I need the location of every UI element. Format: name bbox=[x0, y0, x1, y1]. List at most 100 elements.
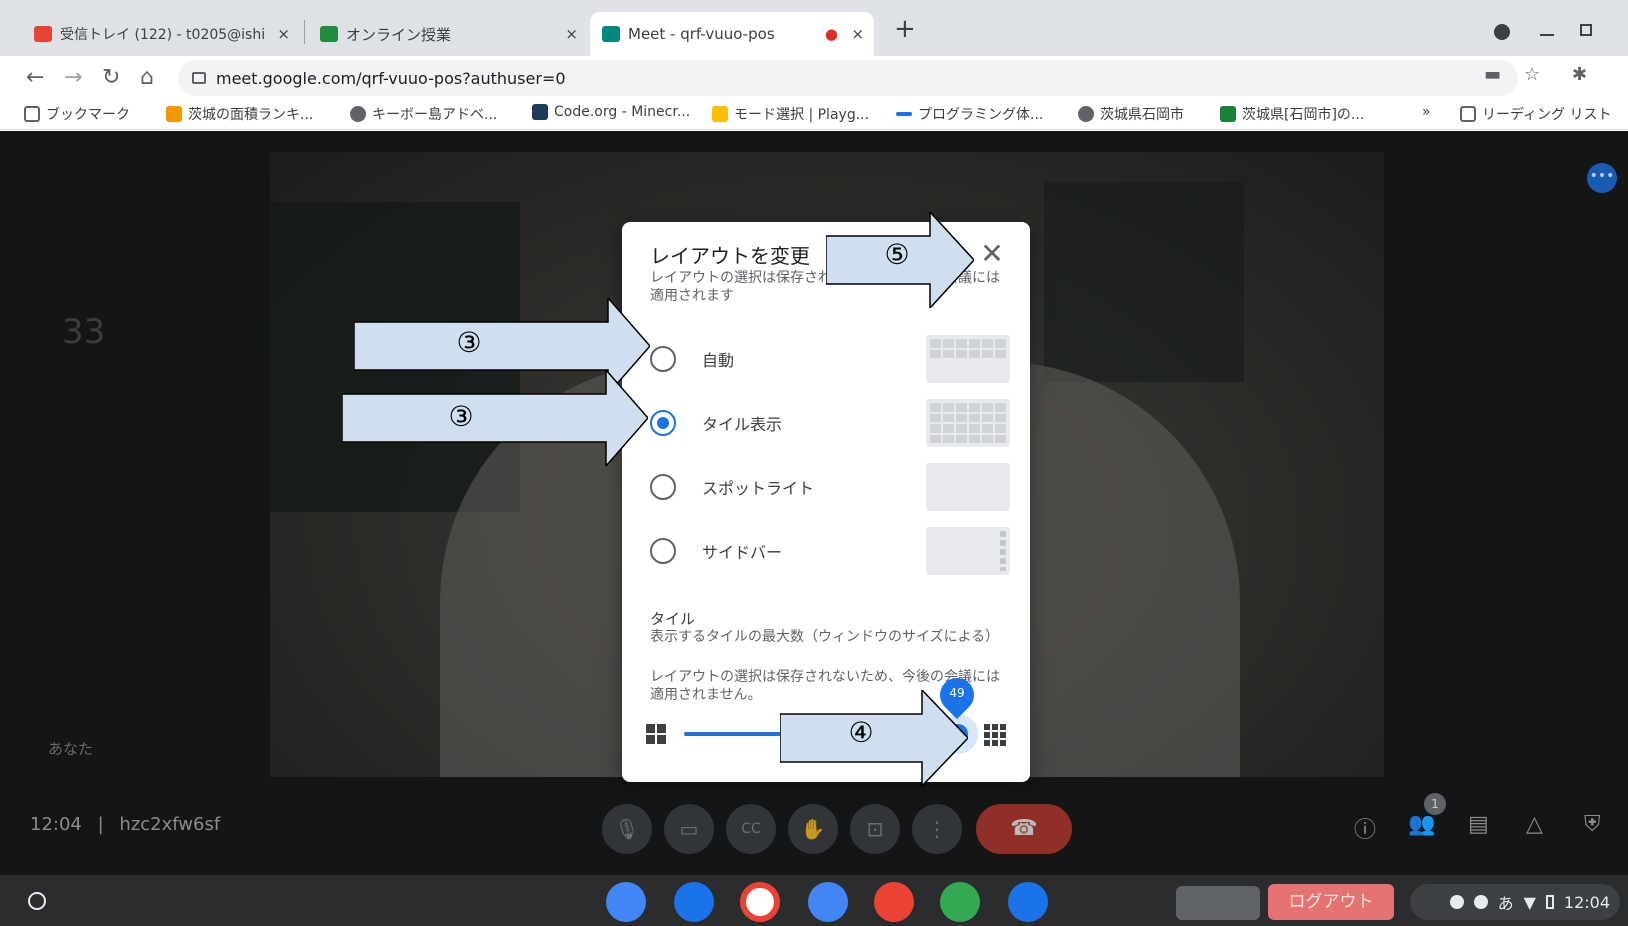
radio-spotlight[interactable] bbox=[650, 474, 676, 500]
reading-list-icon bbox=[1460, 106, 1476, 122]
classroom-icon bbox=[320, 26, 338, 42]
address-bar[interactable]: meet.google.com/qrf-vuuo-pos?authuser=0 bbox=[178, 60, 1518, 96]
tab-separator bbox=[304, 20, 305, 44]
meeting-info-icon[interactable]: ⓘ bbox=[1354, 812, 1376, 844]
new-tab-button[interactable]: + bbox=[894, 14, 916, 44]
people-icon[interactable]: 👥 bbox=[1408, 812, 1435, 837]
bookmark-favicon bbox=[896, 112, 912, 116]
tab-online-class[interactable]: オンライン授業 × bbox=[308, 12, 588, 56]
layout-option-auto[interactable]: 自動 bbox=[650, 332, 1010, 386]
spotlight-layout-preview-icon bbox=[926, 463, 1010, 511]
profile-icon[interactable] bbox=[1494, 24, 1510, 40]
badge-icon bbox=[1473, 895, 1488, 909]
tab-gmail[interactable]: 受信トレイ (122) - t0205@ishi × bbox=[22, 12, 300, 56]
notification-icon bbox=[1449, 895, 1464, 909]
chrome-icon[interactable] bbox=[606, 882, 646, 922]
bookmark-item[interactable]: キーボー島アドベ... bbox=[350, 104, 497, 124]
radio-sidebar[interactable] bbox=[650, 538, 676, 564]
many-tiles-icon bbox=[984, 724, 1006, 746]
host-controls-icon[interactable]: ⛨ bbox=[1584, 812, 1601, 837]
tab-title: 受信トレイ (122) - t0205@ishi bbox=[60, 27, 266, 43]
bookmark-favicon bbox=[712, 106, 728, 122]
folder-icon bbox=[24, 106, 40, 122]
cast-icon[interactable]: ▬ bbox=[1484, 64, 1501, 85]
option-label: スポットライト bbox=[702, 479, 815, 498]
tab-meet[interactable]: Meet - qrf-vuuo-pos ● × bbox=[590, 12, 874, 56]
tiled-layout-preview-icon bbox=[926, 399, 1010, 447]
bookmark-item[interactable]: 茨城県[石岡市]の... bbox=[1220, 104, 1364, 124]
bookmark-item[interactable]: プログラミング体... bbox=[896, 104, 1043, 124]
bookmark-item[interactable]: ブックマーク bbox=[24, 104, 130, 124]
more-options-icon[interactable]: ••• bbox=[1587, 163, 1617, 193]
meeting-details: 12:04 | hzc2xfw6sf bbox=[30, 814, 220, 835]
close-icon[interactable]: × bbox=[565, 25, 578, 43]
hang-up-button[interactable]: ☎ bbox=[976, 804, 1072, 854]
close-icon[interactable]: × bbox=[851, 25, 864, 43]
dialog-title: レイアウトを変更 bbox=[650, 244, 810, 268]
annotation-label-step5: ⑤ bbox=[884, 238, 910, 271]
tiles-description: 表示するタイルの最大数（ウィンドウのサイズによる） bbox=[650, 629, 1000, 645]
tab-strip: 受信トレイ (122) - t0205@ishi × オンライン授業 × Mee… bbox=[0, 0, 1628, 56]
bookmarks-bar: ブックマーク 茨城の面積ランキ... キーボー島アドベ... Code.org … bbox=[0, 100, 1628, 130]
files-icon[interactable] bbox=[674, 882, 714, 922]
logout-button[interactable]: ログアウト bbox=[1268, 884, 1394, 920]
reload-icon[interactable]: ↻ bbox=[102, 64, 120, 92]
layout-option-tiled[interactable]: タイル表示 bbox=[650, 396, 1010, 450]
option-label: タイル表示 bbox=[702, 415, 783, 434]
bookmark-favicon bbox=[166, 106, 182, 122]
ime-indicator: あ bbox=[1497, 894, 1514, 913]
bookmark-item[interactable]: 茨城県石岡市 bbox=[1078, 104, 1184, 124]
minimize-icon[interactable] bbox=[1540, 34, 1554, 36]
play-store-icon[interactable] bbox=[940, 882, 980, 922]
close-button[interactable]: ✕ bbox=[974, 236, 1010, 272]
activities-icon[interactable]: △ bbox=[1526, 812, 1543, 837]
meeting-code: hzc2xfw6sf bbox=[119, 814, 221, 835]
recording-icon: ● bbox=[824, 25, 838, 43]
back-icon[interactable]: ← bbox=[26, 64, 44, 92]
battery-icon bbox=[1545, 895, 1554, 909]
sidebar-layout-preview-icon bbox=[926, 527, 1010, 575]
layout-option-spotlight[interactable]: スポットライト bbox=[650, 460, 1010, 514]
page-info-icon[interactable] bbox=[192, 72, 206, 84]
wifi-icon: ▼ bbox=[1523, 892, 1536, 912]
self-tile-label: あなた bbox=[48, 740, 94, 758]
annotation-label-step3a: ③ bbox=[456, 326, 482, 359]
codeorg-icon bbox=[532, 104, 548, 120]
youtube-icon[interactable] bbox=[874, 882, 914, 922]
tile-number: 33 bbox=[62, 312, 106, 352]
globe-icon bbox=[350, 106, 366, 122]
present-button[interactable]: ⊡ bbox=[850, 804, 900, 854]
holding-space-icon[interactable] bbox=[1176, 886, 1260, 920]
more-bookmarks-button[interactable]: » bbox=[1422, 104, 1431, 120]
gmail-icon[interactable] bbox=[740, 882, 780, 922]
status-tray[interactable]: あ ▼ 12:04 bbox=[1410, 884, 1620, 920]
home-icon[interactable]: ⌂ bbox=[140, 64, 154, 92]
system-clock: 12:04 bbox=[1563, 892, 1610, 912]
participant-count-badge: 1 bbox=[1424, 793, 1446, 815]
radio-tiled[interactable] bbox=[650, 410, 676, 436]
meeting-separator: | bbox=[97, 814, 104, 835]
annotation-label-step4: ④ bbox=[848, 716, 874, 749]
mic-button[interactable]: 🎙 bbox=[602, 804, 652, 854]
forward-icon[interactable]: → bbox=[64, 64, 82, 92]
captions-button[interactable]: CC bbox=[726, 804, 776, 854]
bookmark-item[interactable]: 茨城の面積ランキ... bbox=[166, 104, 313, 124]
bookmark-item[interactable]: モード選択 | Playg... bbox=[712, 104, 869, 124]
bookmark-item[interactable]: Code.org - Minecr... bbox=[532, 104, 690, 120]
docs-icon[interactable] bbox=[808, 882, 848, 922]
extensions-icon[interactable]: ✱ bbox=[1572, 64, 1587, 85]
more-options-button[interactable]: ⋮ bbox=[912, 804, 962, 854]
camera-button[interactable]: ▭ bbox=[664, 804, 714, 854]
chat-app-icon[interactable] bbox=[1008, 882, 1048, 922]
restore-icon[interactable] bbox=[1580, 24, 1592, 36]
bookmark-star-icon[interactable]: ☆ bbox=[1524, 64, 1540, 85]
url-text: meet.google.com/qrf-vuuo-pos?authuser=0 bbox=[216, 68, 566, 88]
close-icon[interactable]: × bbox=[277, 25, 290, 43]
raise-hand-button[interactable]: ✋ bbox=[788, 804, 838, 854]
launcher-icon[interactable] bbox=[28, 892, 46, 910]
chat-icon[interactable]: ▤ bbox=[1468, 812, 1489, 837]
radio-auto[interactable] bbox=[650, 346, 676, 372]
gmail-icon bbox=[34, 26, 52, 42]
reading-list-button[interactable]: リーディング リスト bbox=[1460, 104, 1611, 124]
layout-option-sidebar[interactable]: サイドバー bbox=[650, 524, 1010, 578]
